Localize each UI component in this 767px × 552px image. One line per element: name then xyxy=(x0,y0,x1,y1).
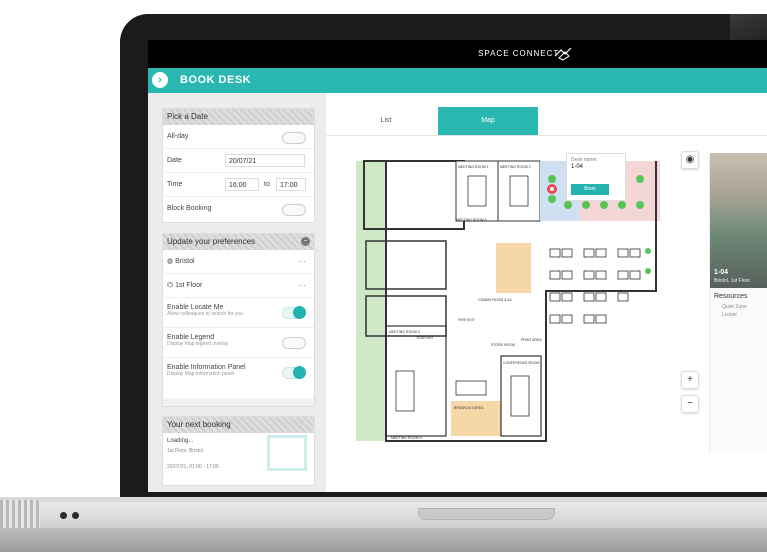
floor-value: 1st Floor xyxy=(175,282,203,289)
top-bar: SPACE CONNECT xyxy=(148,40,767,68)
laptop-vent xyxy=(0,500,40,528)
info-panel-toggle[interactable] xyxy=(282,366,306,379)
floor-row[interactable]: ⌬ 1st Floor ⋯ xyxy=(163,274,314,298)
date-input[interactable]: 20/07/21 xyxy=(225,154,305,167)
chevron-right-icon[interactable]: › xyxy=(152,72,168,88)
collapse-icon[interactable]: − xyxy=(301,237,310,246)
laptop-base-bottom xyxy=(0,528,767,552)
tab-map[interactable]: Map xyxy=(438,107,538,135)
book-button[interactable]: Book xyxy=(571,184,609,195)
eye-icon[interactable]: ◉ xyxy=(681,151,699,169)
block-booking-label: Block Booking xyxy=(167,205,212,212)
room-label: CONFERENCE ROOM xyxy=(503,361,539,365)
next-booking-datetime: 20/07/21, 01:00 - 17:00 xyxy=(167,464,219,470)
view-tabs: List Map xyxy=(326,107,767,136)
location-value: Bristol xyxy=(175,258,195,265)
desk-name-label: Desk name: xyxy=(571,157,598,163)
main-panel: List Map MEETING ROOM 1 MEETING ROOM 2 B… xyxy=(326,93,767,492)
laptop-opening-notch xyxy=(418,508,555,520)
date-row: Date 20/07/21 xyxy=(163,149,314,173)
time-to-label: to xyxy=(264,181,270,188)
desk-photo: 1-04 Bristol, 1st Floor xyxy=(710,153,767,288)
locate-me-toggle[interactable] xyxy=(282,306,306,319)
laptop-base-top xyxy=(0,502,767,528)
indicator-light-icon xyxy=(60,512,67,519)
sidebar: Pick a Date All-day Date 20/07/21 Time 1… xyxy=(148,93,326,492)
resource-item: Locker xyxy=(722,312,738,318)
desk-id: 1-04 xyxy=(714,269,729,276)
horizontal-scrollbar[interactable] xyxy=(163,398,314,406)
location-row[interactable]: ◍ Bristol ⋯ xyxy=(163,250,314,274)
time-label: Time xyxy=(167,181,183,188)
all-day-row: All-day xyxy=(163,125,314,149)
desk-location: Bristol, 1st Floor xyxy=(714,278,751,284)
brand-logo-icon xyxy=(554,47,572,61)
floor-plan-map[interactable]: MEETING ROOM 1 MEETING ROOM 2 BREAKOUT A… xyxy=(356,151,696,451)
zoom-out-button[interactable]: − xyxy=(681,395,699,413)
room-label: PRINT AREA xyxy=(521,338,542,342)
preferences-title: Update your preferences − xyxy=(163,234,314,250)
app-screen: SPACE CONNECT › BOOK DESK Pick a Date Al… xyxy=(148,40,767,492)
time-row: Time 16:00 to 17:00 xyxy=(163,173,314,197)
locate-me-row: Enable Locate Me Allow colleagues to sea… xyxy=(163,298,314,328)
resources-title: Resources xyxy=(714,293,748,300)
room-label: STORE ROOM xyxy=(491,343,515,347)
legend-row: Enable Legend Display Map legend overlay xyxy=(163,328,314,358)
toggle-knob xyxy=(293,306,306,319)
page-title: BOOK DESK xyxy=(180,74,252,86)
time-from-input[interactable]: 16:00 xyxy=(225,178,259,191)
next-booking-location: 1st Floor, Bristol xyxy=(167,448,203,454)
room-label: MEETING ROOM 4 xyxy=(391,436,422,440)
selected-desk-dot xyxy=(550,187,554,191)
next-booking-title: Your next booking xyxy=(163,417,314,433)
room-label: MEETING ROOM 5 xyxy=(456,218,487,222)
globe-icon: ◍ xyxy=(167,258,174,265)
date-label: Date xyxy=(167,157,182,164)
room-label: MEETING ROOM 3 xyxy=(389,330,420,334)
floor-more-icon[interactable]: ⋯ xyxy=(298,274,306,298)
zoom-in-button[interactable]: + xyxy=(681,371,699,389)
desk-tooltip: Desk name: 1-04 Book xyxy=(566,153,626,201)
room-label: TEAPOINT xyxy=(416,336,434,340)
green-zone xyxy=(356,161,386,441)
toggle-knob xyxy=(293,366,306,379)
time-to-input[interactable]: 17:00 xyxy=(276,178,306,191)
location-more-icon[interactable]: ⋯ xyxy=(298,250,306,274)
resources-list: Quiet Zone Locker xyxy=(722,303,747,319)
next-booking-status: Loading... xyxy=(167,438,194,444)
floor-icon: ⌬ xyxy=(167,282,174,289)
room-label: COMMS ROOM & AC xyxy=(478,298,513,302)
legend-toggle[interactable] xyxy=(282,337,306,349)
preferences-title-text: Update your preferences xyxy=(167,237,256,246)
room-label: MEETING ROOM 1 xyxy=(458,165,489,169)
meeting-room-1 xyxy=(455,160,499,222)
all-day-label: All-day xyxy=(167,133,189,140)
meeting-room-2 xyxy=(497,160,541,222)
brand-name: SPACE CONNECT xyxy=(478,49,560,58)
page-header: › BOOK DESK xyxy=(148,68,767,93)
orange-zone xyxy=(496,243,531,293)
block-booking-toggle[interactable] xyxy=(282,204,306,216)
room-label: FIRE EXIT xyxy=(458,318,476,322)
room-label: MEETING ROOM 2 xyxy=(500,165,531,169)
preferences-panel: Update your preferences − ◍ Bristol ⋯ ⌬ … xyxy=(162,233,315,407)
desk-name-value: 1-04 xyxy=(571,164,584,170)
resource-item: Quiet Zone xyxy=(722,304,747,310)
pick-date-title: Pick a Date xyxy=(163,109,314,125)
desk-illustration-icon xyxy=(267,435,307,471)
next-booking-panel: Your next booking Loading... 1st Floor, … xyxy=(162,416,315,486)
all-day-toggle[interactable] xyxy=(282,132,306,144)
information-panel: 1-04 Bristol, 1st Floor Resources Quiet … xyxy=(709,153,767,453)
tab-list[interactable]: List xyxy=(336,107,436,135)
block-booking-row: Block Booking xyxy=(163,197,314,221)
indicator-light-icon xyxy=(72,512,79,519)
room-label: BREAKOUT AREA xyxy=(454,406,484,410)
pick-date-panel: Pick a Date All-day Date 20/07/21 Time 1… xyxy=(162,108,315,223)
info-panel-row: Enable Information Panel Display Map inf… xyxy=(163,358,314,388)
